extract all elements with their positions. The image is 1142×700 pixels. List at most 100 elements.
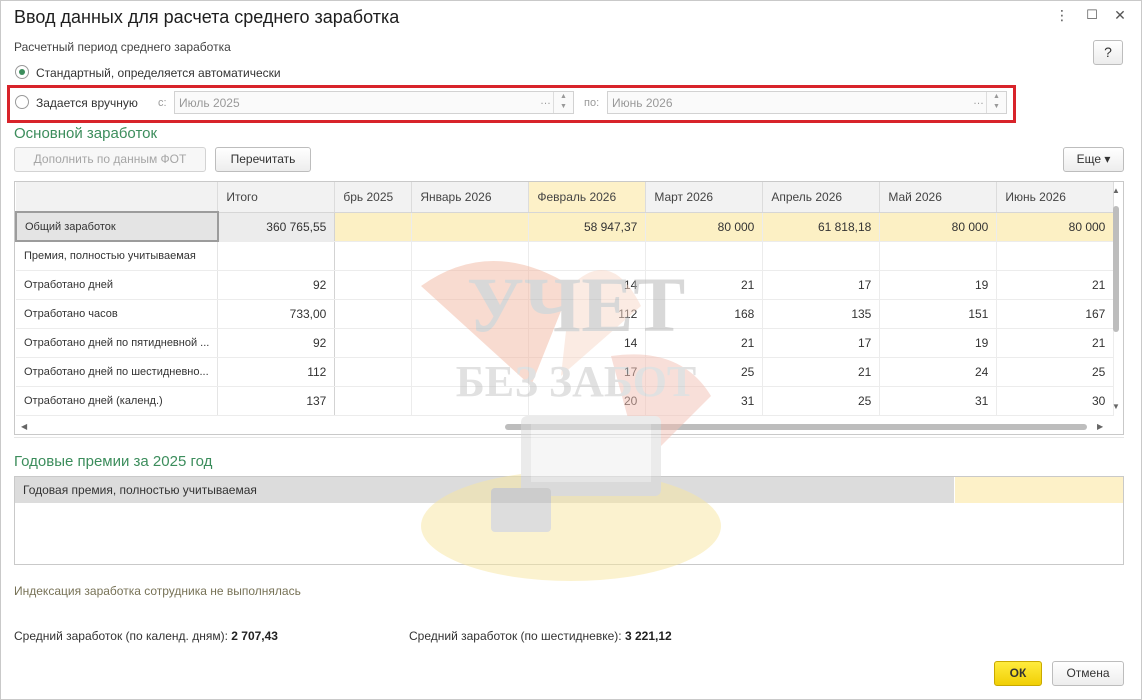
row-cell[interactable]: 17 bbox=[762, 328, 881, 358]
grid-header-month[interactable]: Июнь 2026 bbox=[996, 182, 1115, 213]
scroll-right-icon[interactable]: ▶ bbox=[1097, 422, 1103, 431]
scroll-up-icon[interactable]: ▲ bbox=[1112, 186, 1120, 195]
row-cell[interactable]: 20 bbox=[528, 386, 647, 416]
row-cell[interactable]: 25 bbox=[762, 386, 881, 416]
more-options-icon[interactable]: ⋮ bbox=[1053, 7, 1071, 24]
row-cell[interactable] bbox=[996, 241, 1115, 271]
row-cell[interactable]: 30 bbox=[996, 386, 1115, 416]
ok-button[interactable]: ОК bbox=[994, 661, 1042, 686]
row-cell[interactable]: 167 bbox=[996, 299, 1115, 329]
maximize-icon[interactable]: ☐ bbox=[1083, 7, 1101, 23]
row-cell[interactable]: 80 000 bbox=[645, 212, 764, 242]
row-cell[interactable]: 151 bbox=[879, 299, 998, 329]
period-from-select-icon[interactable]: … bbox=[540, 95, 551, 107]
row-cell[interactable] bbox=[334, 328, 413, 358]
row-cell[interactable]: 19 bbox=[879, 270, 998, 300]
row-cell[interactable] bbox=[528, 241, 647, 271]
row-cell[interactable] bbox=[334, 270, 413, 300]
row-cell[interactable]: 31 bbox=[879, 386, 998, 416]
row-cell[interactable]: 58 947,37 bbox=[528, 212, 647, 242]
row-cell[interactable]: 80 000 bbox=[996, 212, 1115, 242]
grid-horizontal-scrollbar[interactable]: ◀ ▶ bbox=[15, 420, 1123, 434]
table-row[interactable]: Отработано дней по пятидневной ... 92 14… bbox=[16, 328, 1115, 358]
row-cell[interactable]: 17 bbox=[762, 270, 881, 300]
row-cell[interactable]: 112 bbox=[528, 299, 647, 329]
row-cell[interactable] bbox=[411, 241, 530, 271]
grid-header-month[interactable]: Январь 2026 bbox=[411, 182, 530, 213]
grid-header-month[interactable]: Февраль 2026 bbox=[528, 182, 647, 213]
row-cell[interactable] bbox=[411, 299, 530, 329]
annual-bonus-grid[interactable]: Годовая премия, полностью учитываемая bbox=[14, 476, 1124, 565]
row-cell[interactable]: 24 bbox=[879, 357, 998, 387]
grid-header-month[interactable]: брь 2025 bbox=[334, 182, 413, 213]
period-from-field[interactable]: Июль 2025 … ▲ ▼ bbox=[174, 91, 574, 114]
row-cell[interactable]: 25 bbox=[996, 357, 1115, 387]
row-cell[interactable] bbox=[411, 357, 530, 387]
row-cell[interactable]: 17 bbox=[528, 357, 647, 387]
row-cell[interactable]: 25 bbox=[645, 357, 764, 387]
table-row[interactable]: Отработано дней по шестидневно... 112 17… bbox=[16, 357, 1115, 387]
earnings-grid[interactable]: Итого брь 2025 Январь 2026 Февраль 2026 … bbox=[14, 181, 1124, 435]
table-row[interactable]: Отработано дней 92 14 21 17 19 21 bbox=[16, 270, 1115, 300]
scroll-down-icon[interactable]: ▼ bbox=[1112, 402, 1120, 411]
row-cell[interactable] bbox=[411, 212, 530, 242]
period-to-spinner-icon[interactable]: ▲ ▼ bbox=[986, 92, 1006, 113]
row-name: Общий заработок bbox=[15, 211, 219, 242]
row-cell[interactable]: 31 bbox=[645, 386, 764, 416]
period-from-spinner-icon[interactable]: ▲ ▼ bbox=[553, 92, 573, 113]
row-cell[interactable] bbox=[762, 241, 881, 271]
grid-vertical-scrollbar[interactable]: ▲ ▼ bbox=[1111, 184, 1121, 414]
annual-bonus-row-label[interactable]: Годовая премия, полностью учитываемая bbox=[15, 477, 954, 503]
grid-vertical-scroll-thumb[interactable] bbox=[1113, 206, 1119, 332]
row-cell[interactable]: 14 bbox=[528, 270, 647, 300]
table-row[interactable]: Премия, полностью учитываемая bbox=[16, 241, 1115, 271]
cancel-button[interactable]: Отмена bbox=[1052, 661, 1124, 686]
row-cell[interactable]: 21 bbox=[996, 270, 1115, 300]
grid-header-total[interactable]: Итого bbox=[217, 182, 336, 213]
radio-manual-label[interactable]: Задается вручную bbox=[36, 96, 138, 110]
row-cell[interactable] bbox=[334, 299, 413, 329]
row-cell[interactable] bbox=[411, 328, 530, 358]
more-button[interactable]: Еще ▾ bbox=[1063, 147, 1124, 172]
row-cell[interactable]: 21 bbox=[996, 328, 1115, 358]
radio-standard-label[interactable]: Стандартный, определяется автоматически bbox=[36, 66, 281, 80]
row-cell[interactable] bbox=[411, 386, 530, 416]
radio-manual-period[interactable] bbox=[15, 95, 29, 109]
period-to-select-icon[interactable]: … bbox=[973, 95, 984, 107]
grid-header-month[interactable]: Апрель 2026 bbox=[762, 182, 881, 213]
row-cell[interactable] bbox=[334, 212, 413, 242]
radio-standard-period[interactable] bbox=[15, 65, 29, 79]
row-name: Премия, полностью учитываемая bbox=[16, 241, 219, 271]
table-row[interactable]: Отработано часов 733,00 112 168 135 151 … bbox=[16, 299, 1115, 329]
row-cell[interactable]: 21 bbox=[645, 328, 764, 358]
row-cell[interactable] bbox=[334, 357, 413, 387]
average-six-day-label: Средний заработок (по шестидневке): bbox=[409, 629, 622, 643]
close-icon[interactable]: ✕ bbox=[1111, 7, 1129, 24]
row-name: Отработано дней по шестидневно... bbox=[16, 357, 219, 387]
grid-header-month[interactable]: Март 2026 bbox=[645, 182, 764, 213]
reread-button[interactable]: Перечитать bbox=[215, 147, 311, 172]
row-cell[interactable] bbox=[334, 386, 413, 416]
row-cell[interactable] bbox=[411, 270, 530, 300]
row-cell[interactable]: 19 bbox=[879, 328, 998, 358]
row-cell[interactable] bbox=[879, 241, 998, 271]
period-to-field[interactable]: Июнь 2026 … ▲ ▼ bbox=[607, 91, 1007, 114]
row-cell[interactable]: 21 bbox=[645, 270, 764, 300]
annual-bonus-row-value[interactable] bbox=[955, 477, 1123, 503]
row-cell[interactable]: 21 bbox=[762, 357, 881, 387]
scroll-left-icon[interactable]: ◀ bbox=[21, 422, 27, 431]
table-row[interactable]: Общий заработок 360 765,55 58 947,37 80 … bbox=[15, 211, 1115, 242]
help-button[interactable]: ? bbox=[1093, 40, 1123, 65]
row-cell[interactable] bbox=[645, 241, 764, 271]
grid-header-month[interactable]: Май 2026 bbox=[879, 182, 998, 213]
row-cell[interactable]: 14 bbox=[528, 328, 647, 358]
row-cell[interactable]: 135 bbox=[762, 299, 881, 329]
grid-header-name[interactable] bbox=[16, 182, 219, 213]
row-cell[interactable] bbox=[334, 241, 413, 271]
row-cell[interactable]: 168 bbox=[645, 299, 764, 329]
row-cell[interactable]: 80 000 bbox=[879, 212, 998, 242]
table-row[interactable]: Отработано дней (календ.) 137 20 31 25 3… bbox=[16, 386, 1115, 416]
row-cell[interactable]: 61 818,18 bbox=[762, 212, 881, 242]
fill-from-fot-button[interactable]: Дополнить по данным ФОТ bbox=[14, 147, 206, 172]
grid-horizontal-scroll-thumb[interactable] bbox=[505, 424, 1087, 430]
